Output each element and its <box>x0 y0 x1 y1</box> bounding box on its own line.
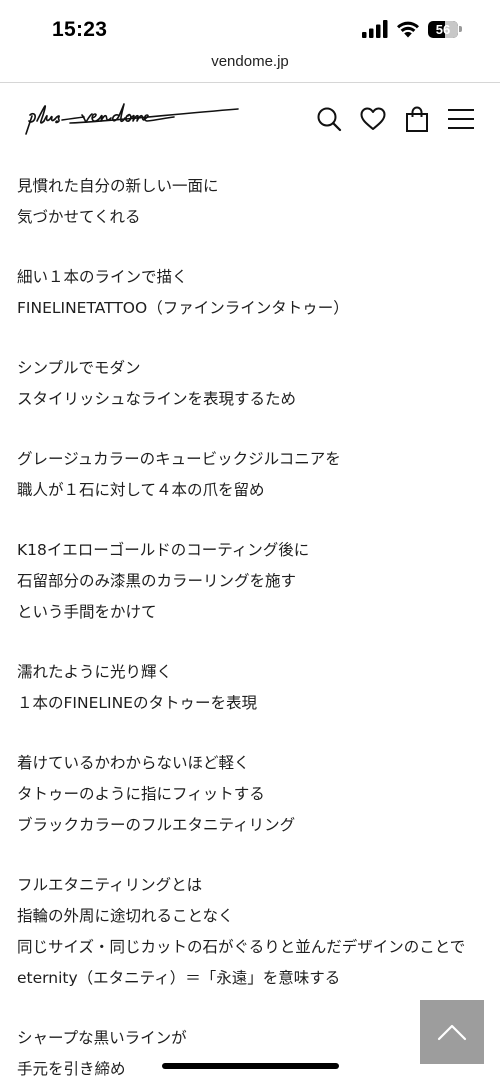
battery-level: 56 <box>435 21 451 37</box>
text-line: ブラックカラーのフルエタニティリング <box>17 816 296 834</box>
text-line: フルエタニティリングとは <box>17 876 203 894</box>
text-line: スタイリッシュなラインを表現するため <box>17 390 297 408</box>
article-body: 見慣れた自分の新しい一面に 気づかせてくれる細い１本のラインで描く FINELINE… <box>17 171 487 1080</box>
cellular-signal-icon <box>362 20 388 38</box>
heart-icon[interactable] <box>359 105 387 133</box>
text-line: という手間をかけて <box>17 603 157 621</box>
paragraph: 見慣れた自分の新しい一面に 気づかせてくれる <box>17 171 487 233</box>
text-line: 指輪の外周に途切れることなく <box>17 907 234 925</box>
paragraph: シンプルでモダンスタイリッシュなラインを表現するため <box>17 353 487 415</box>
text-line: 細い１本のラインで描く <box>17 268 188 286</box>
text-line: 石留部分のみ漆黒のカラーリングを施す <box>17 572 297 590</box>
shopping-bag-icon[interactable] <box>403 105 431 133</box>
paragraph: 濡れたように光り輝く １本のFINELINEのタトゥーを表現 <box>17 657 487 719</box>
paragraph: 着けているかわからないほど軽く タトゥーのように指にフィットするブラックカラーのフ… <box>17 748 487 841</box>
back-to-top-button[interactable] <box>420 1000 484 1064</box>
text-line: eternity（エタニティ）＝「永遠」を意味する <box>17 969 341 987</box>
logo[interactable] <box>24 101 244 141</box>
text-line: 気づかせてくれる <box>17 208 141 226</box>
text-line: シャープな黒いラインが <box>17 1029 187 1047</box>
paragraph: シャープな黒いラインが 手元を引き締め <box>17 1023 487 1080</box>
header-icons <box>315 105 475 133</box>
paragraph: フルエタニティリングとは指輪の外周に途切れることなく同じサイズ・同じカットの石が… <box>17 870 487 994</box>
paragraph: 細い１本のラインで描く FINELINETATTOO（ファインラインタトゥー） <box>17 262 487 324</box>
search-icon[interactable] <box>315 105 343 133</box>
text-line: 着けているかわからないほど軽く <box>17 754 250 772</box>
url-bar[interactable]: vendome.jp <box>0 53 500 70</box>
text-line: 同じサイズ・同じカットの石がぐるりと並んだデザインのことで <box>17 938 466 956</box>
chevron-up-icon <box>437 1024 467 1041</box>
paragraph: K18イエローゴールドのコーティング後に 石留部分のみ漆黒のカラーリングを施す とい… <box>17 535 487 628</box>
text-line: 濡れたように光り輝く <box>17 663 173 681</box>
battery-icon: 56 <box>428 20 462 38</box>
status-bar: 15:23 56 <box>0 0 500 48</box>
status-icons: 56 <box>362 20 462 38</box>
text-line: K18イエローゴールドのコーティング後に <box>17 541 310 559</box>
status-time: 15:23 <box>52 18 108 41</box>
text-line: シンプルでモダン <box>17 359 141 377</box>
wifi-icon <box>397 21 419 38</box>
text-line: FINELINETATTOO（ファインラインタトゥー） <box>17 299 349 317</box>
home-indicator <box>162 1063 339 1069</box>
paragraph: グレージュカラーのキュービックジルコニアを 職人が１石に対して４本の爪を留め <box>17 444 487 506</box>
menu-icon[interactable] <box>447 105 475 133</box>
text-line: グレージュカラーのキュービックジルコニアを <box>17 450 341 468</box>
text-line: タトゥーのように指にフィットする <box>17 785 265 803</box>
text-line: 見慣れた自分の新しい一面に <box>17 177 219 195</box>
phone-screen: 15:23 56 vendome.jp 見慣れた自分の新しい一面に 気づかせてく… <box>0 0 500 1080</box>
site-header <box>0 83 500 157</box>
text-line: 職人が１石に対して４本の爪を留め <box>17 481 265 499</box>
text-line: １本のFINELINEのタトゥーを表現 <box>17 694 257 712</box>
